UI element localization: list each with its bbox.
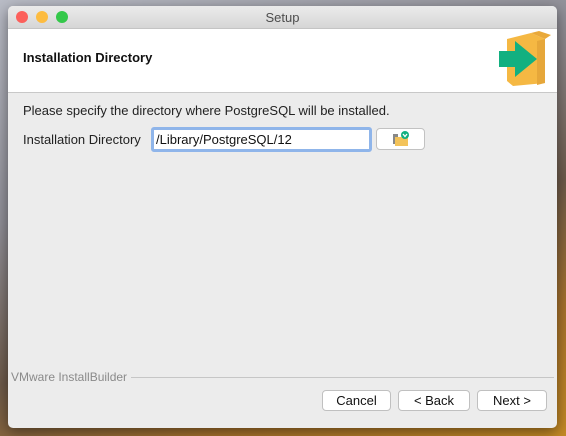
browse-button[interactable] (376, 128, 425, 150)
installer-box-icon (499, 31, 551, 86)
back-button[interactable]: < Back (398, 390, 470, 411)
title-bar[interactable]: Setup (8, 6, 557, 29)
minimize-button[interactable] (36, 11, 48, 23)
directory-label: Installation Directory (23, 132, 141, 147)
window-title: Setup (265, 10, 300, 25)
close-button[interactable] (16, 11, 28, 23)
description-text: Please specify the directory where Postg… (23, 103, 390, 118)
directory-input[interactable]: /Library/PostgreSQL/12 (151, 127, 372, 152)
header-panel: Installation Directory (8, 29, 557, 93)
setup-window: Setup Installation Directory Please spec… (8, 6, 557, 428)
next-button[interactable]: Next > (477, 390, 547, 411)
maximize-button[interactable] (56, 11, 68, 23)
folder-icon (392, 131, 409, 146)
cancel-button[interactable]: Cancel (322, 390, 391, 411)
page-title: Installation Directory (23, 50, 153, 65)
brand-label: VMware InstallBuilder (11, 370, 132, 384)
